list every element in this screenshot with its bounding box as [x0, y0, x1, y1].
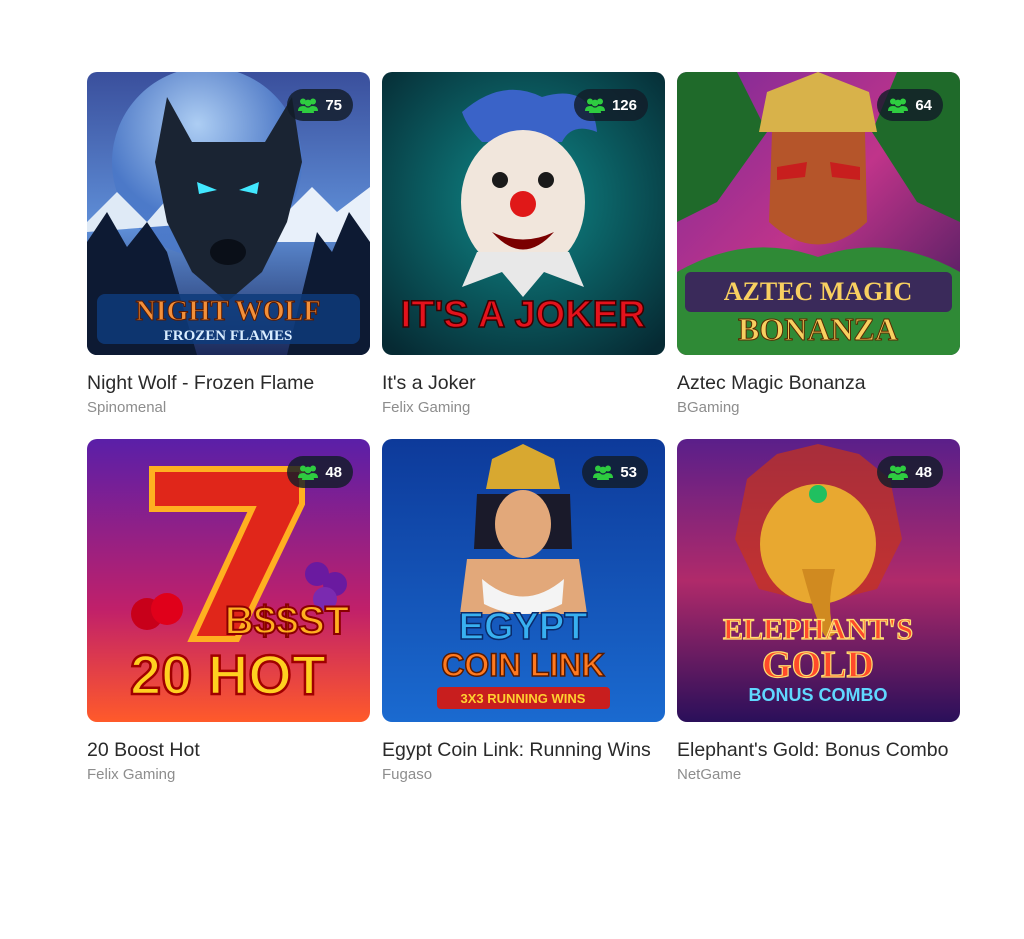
players-count: 48	[325, 463, 342, 481]
players-count: 126	[611, 96, 637, 114]
players-count: 64	[915, 96, 932, 114]
game-title[interactable]: 20 Boost Hot	[87, 736, 370, 764]
users-icon	[298, 465, 319, 480]
players-badge: 64	[877, 89, 943, 121]
game-provider: Fugaso	[382, 766, 433, 783]
game-title[interactable]: Elephant's Gold: Bonus Combo	[677, 736, 960, 764]
players-count: 48	[915, 463, 932, 481]
players-badge: 75	[287, 89, 353, 121]
players-count: 53	[620, 463, 637, 481]
players-count: 75	[325, 96, 342, 114]
players-badge: 48	[287, 456, 353, 488]
svg-text:FROZEN FLAMES: FROZEN FLAMES	[164, 328, 293, 344]
game-thumbnail[interactable]: AZTEC MAGIC BONANZA 64	[677, 72, 960, 355]
svg-text:3X3 RUNNING WINS: 3X3 RUNNING WINS	[461, 691, 586, 706]
game-provider: Spinomenal	[87, 399, 167, 416]
svg-text:GOLD: GOLD	[762, 644, 874, 686]
svg-text:EGYPT: EGYPT	[459, 606, 588, 648]
svg-text:B$$ST: B$$ST	[225, 599, 350, 643]
svg-text:COIN LINK: COIN LINK	[441, 647, 605, 683]
game-card[interactable]: AZTEC MAGIC BONANZA 64 Aztec Magic Bonan…	[677, 72, 960, 439]
game-card[interactable]: NIGHT WOLF FROZEN FLAMES 75 Night Wolf -…	[87, 72, 370, 439]
game-title[interactable]: Egypt Coin Link: Running Wins	[382, 736, 665, 764]
players-badge: 126	[573, 89, 648, 121]
svg-text:BONANZA: BONANZA	[738, 311, 898, 347]
players-badge: 53	[582, 456, 648, 488]
game-card[interactable]: IT'S A JOKER 126 It's a Joker Felix Gami…	[382, 72, 665, 439]
game-title[interactable]: Night Wolf - Frozen Flame	[87, 369, 370, 397]
users-icon	[593, 465, 614, 480]
game-provider: NetGame	[677, 766, 742, 783]
users-icon	[888, 98, 909, 113]
game-card[interactable]: B$$ST 20 HOT 48 20 Boost Hot Felix Gamin…	[87, 439, 370, 784]
svg-text:IT'S A JOKER: IT'S A JOKER	[401, 294, 646, 336]
game-title[interactable]: Aztec Magic Bonanza	[677, 369, 960, 397]
game-title[interactable]: It's a Joker	[382, 369, 665, 397]
game-provider: BGaming	[677, 399, 740, 416]
svg-text:20 HOT: 20 HOT	[130, 643, 326, 706]
users-icon	[298, 98, 319, 113]
game-thumbnail[interactable]: B$$ST 20 HOT 48	[87, 439, 370, 722]
game-card[interactable]: EGYPT COIN LINK 3X3 RUNNING WINS 53 Egyp…	[382, 439, 665, 784]
svg-text:ELEPHANT'S: ELEPHANT'S	[723, 613, 913, 646]
game-provider: Felix Gaming	[382, 399, 471, 416]
svg-text:AZTEC MAGIC: AZTEC MAGIC	[724, 277, 913, 306]
svg-text:NIGHT WOLF: NIGHT WOLF	[136, 296, 321, 327]
game-provider: Felix Gaming	[87, 766, 176, 783]
game-thumbnail[interactable]: EGYPT COIN LINK 3X3 RUNNING WINS 53	[382, 439, 665, 722]
game-thumbnail[interactable]: ELEPHANT'S GOLD BONUS COMBO 48	[677, 439, 960, 722]
game-thumbnail[interactable]: NIGHT WOLF FROZEN FLAMES 75	[87, 72, 370, 355]
svg-text:BONUS COMBO: BONUS COMBO	[749, 685, 888, 705]
players-badge: 48	[877, 456, 943, 488]
users-icon	[584, 98, 605, 113]
users-icon	[888, 465, 909, 480]
game-thumbnail[interactable]: IT'S A JOKER 126	[382, 72, 665, 355]
game-card[interactable]: ELEPHANT'S GOLD BONUS COMBO 48 Elephant'…	[677, 439, 960, 784]
games-grid: NIGHT WOLF FROZEN FLAMES 75 Night Wolf -…	[87, 72, 960, 784]
